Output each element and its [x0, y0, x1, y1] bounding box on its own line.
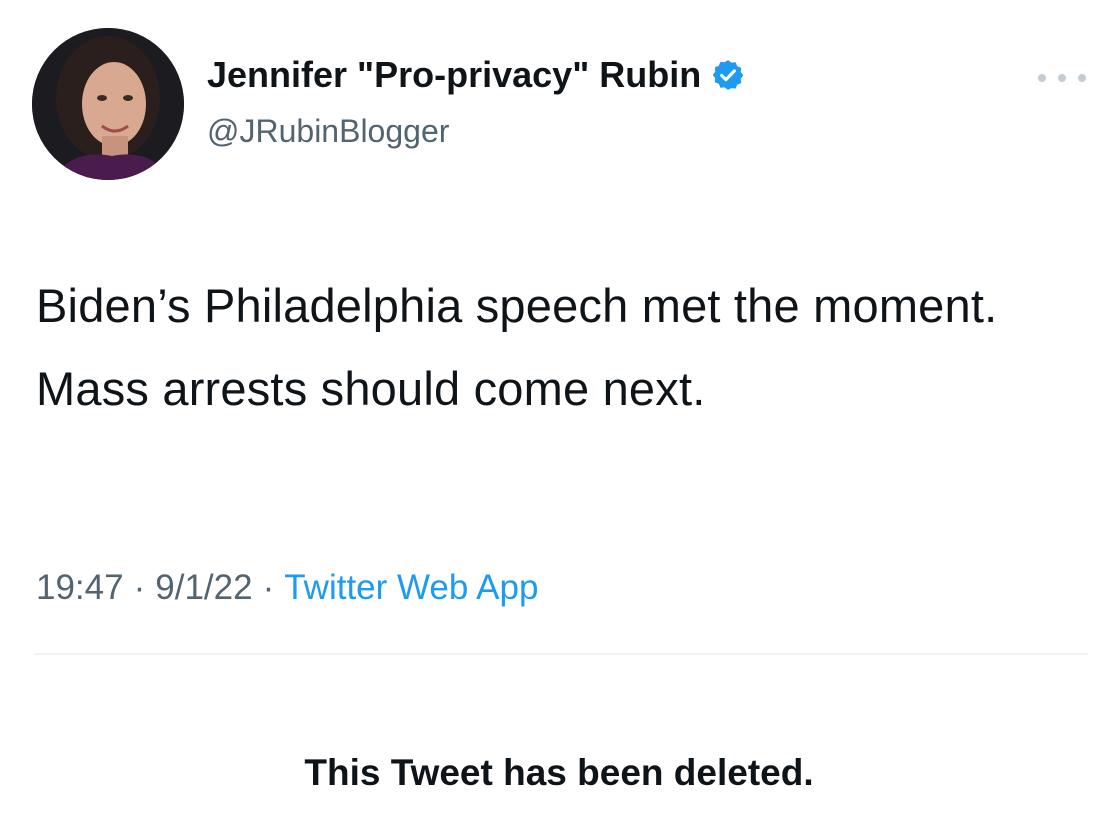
more-options-icon[interactable]	[1038, 68, 1086, 88]
meta-separator: ·	[133, 568, 146, 607]
tweet-date[interactable]: 9/1/22	[155, 568, 252, 607]
meta-separator: ·	[262, 568, 275, 607]
more-dot	[1058, 74, 1066, 82]
deleted-notice: This Tweet has been deleted.	[304, 752, 814, 793]
tweet-time[interactable]: 19:47	[36, 568, 124, 607]
verified-badge-icon	[711, 58, 745, 92]
display-name-text[interactable]: Jennifer "Pro-privacy" Rubin	[207, 54, 701, 96]
divider	[34, 653, 1088, 655]
tweet-text: Biden’s Philadelphia speech met the mome…	[36, 279, 998, 415]
more-dot	[1078, 74, 1086, 82]
display-name[interactable]: Jennifer "Pro-privacy" Rubin	[207, 54, 745, 96]
more-dot	[1038, 74, 1046, 82]
user-handle[interactable]: @JRubinBlogger	[207, 113, 449, 150]
tweet-source-link[interactable]: Twitter Web App	[284, 568, 538, 607]
tweet-meta: 19:47 · 9/1/22 · Twitter Web App	[36, 568, 538, 608]
avatar[interactable]	[32, 28, 184, 180]
